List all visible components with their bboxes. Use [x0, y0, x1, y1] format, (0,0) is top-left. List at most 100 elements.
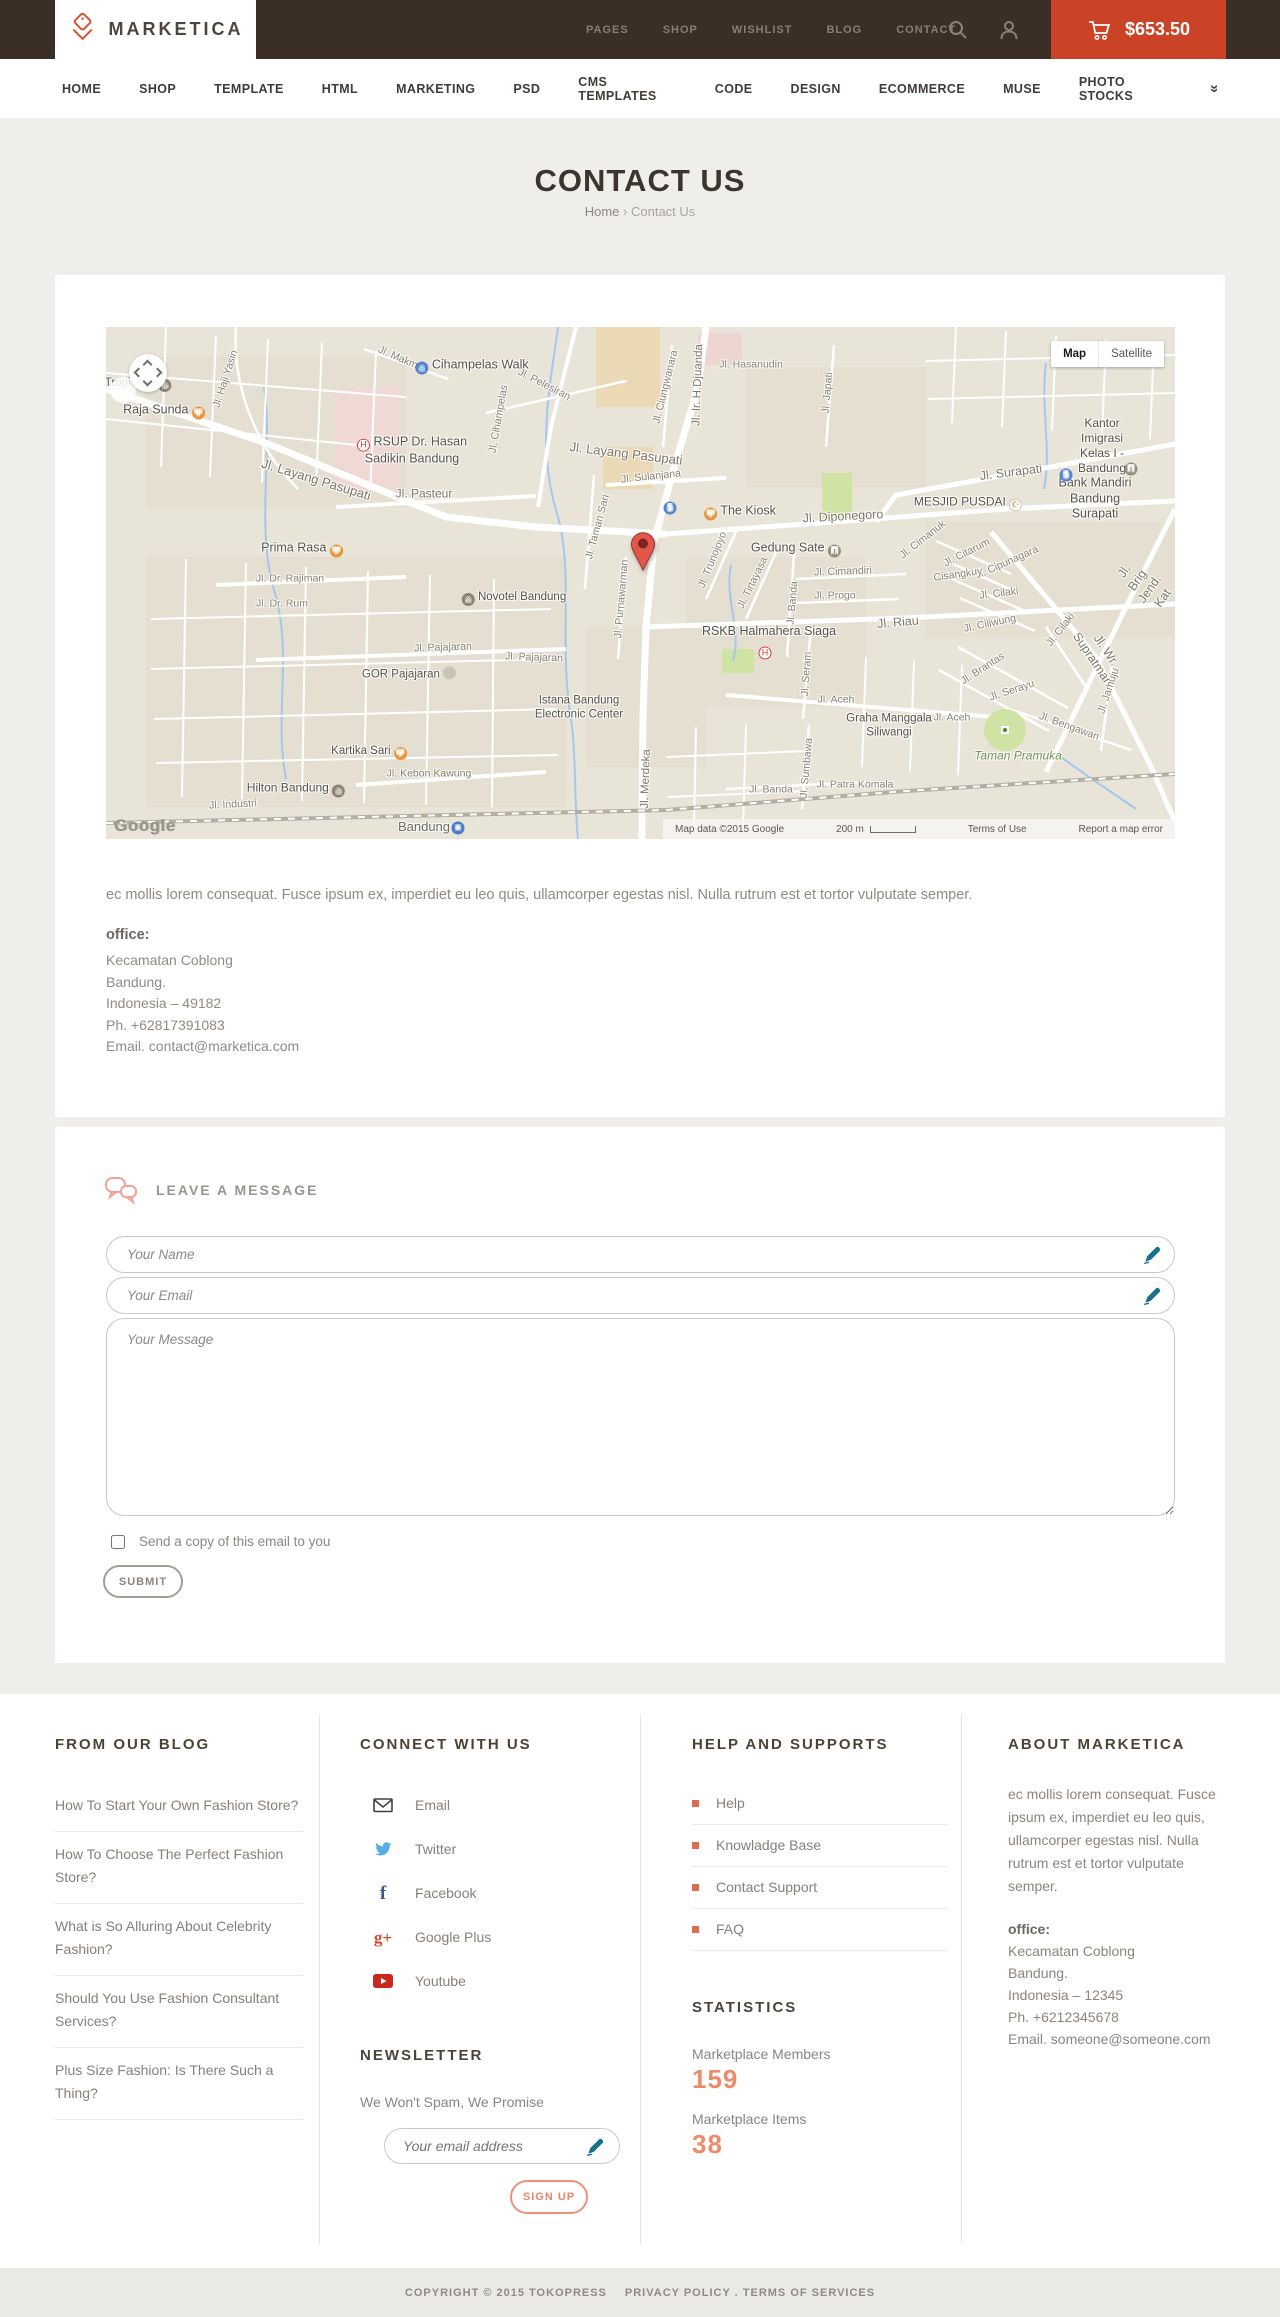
social-link-youtube[interactable]: Youtube [360, 1959, 641, 2003]
office-label: office: [106, 927, 150, 943]
map-data-credit: Map data ©2015 Google [675, 823, 785, 835]
report-map-error-link[interactable]: Report a map error [1079, 824, 1163, 835]
nav-item-home[interactable]: HOME [62, 82, 101, 96]
office-line: Email. contact@marketica.com [106, 1038, 300, 1054]
footer-help-column: HELP AND SUPPORTS Help Knowladge Base Cont… [692, 1736, 947, 2160]
page-title: CONTACT US [534, 163, 746, 198]
connect-heading: CONNECT WITH US [360, 1736, 532, 1753]
footer-about-column: ABOUT MARKETICA ec mollis lorem consequa… [1008, 1736, 1228, 2050]
send-copy-label[interactable]: Send a copy of this email to you [139, 1534, 330, 1549]
nav-item-muse[interactable]: MUSE [1003, 82, 1041, 96]
office-line: Kecamatan Coblong [1008, 1943, 1135, 1959]
top-nav-item-wishlist[interactable]: WISHLIST [732, 24, 793, 36]
help-link-contact-support[interactable]: Contact Support [692, 1867, 947, 1909]
help-link-knowladge-base[interactable]: Knowladge Base [692, 1825, 947, 1867]
tag-icon [72, 12, 93, 40]
social-label: Twitter [415, 1841, 457, 1857]
pan-right-icon[interactable] [152, 367, 163, 378]
submit-button[interactable]: SUBMIT [103, 1565, 183, 1598]
form-heading: LEAVE A MESSAGE [156, 1182, 319, 1198]
bullet-icon [692, 1799, 699, 1807]
map-type-satellite-button[interactable]: Satellite [1098, 341, 1164, 367]
top-nav-item-shop[interactable]: SHOP [663, 24, 698, 36]
terms-of-use-link[interactable]: Terms of Use [968, 824, 1027, 835]
social-link-email[interactable]: Email [360, 1783, 641, 1827]
page: MARKETICA PAGES SHOP WISHLIST BLOG CONTACT $… [0, 0, 1280, 2317]
cart-button[interactable]: $653.50 [1051, 0, 1226, 59]
map-attribution: Map data ©2015 Google 200 m Terms of Use… [663, 819, 1175, 839]
google-logo: Google [114, 816, 176, 835]
office-line: Ph. +62817391083 [106, 1016, 225, 1033]
nav-item-psd[interactable]: PSD [513, 82, 540, 96]
blog-link[interactable]: Should You Use Fashion Consultant Servic… [55, 1976, 303, 2048]
footer-divider [961, 1714, 962, 2244]
help-heading: HELP AND SUPPORTS [692, 1736, 889, 1753]
blog-link[interactable]: How To Start Your Own Fashion Store? [55, 1783, 303, 1832]
legal-links[interactable]: PRIVACY POLICY . TERMS OF SERVICES [625, 2287, 875, 2299]
bullet-icon [692, 1883, 699, 1891]
map-pan-control[interactable] [129, 354, 167, 392]
social-link-twitter[interactable]: Twitter [360, 1827, 641, 1871]
brand-logo[interactable]: MARKETICA [55, 0, 256, 59]
breadcrumb: Home › Contact Us [0, 204, 1280, 219]
top-nav-item-pages[interactable]: PAGES [586, 24, 629, 36]
cart-total: $653.50 [1124, 19, 1191, 39]
bottom-bar: COPYRIGHT © 2015 TOKOPRESS PRIVACY POLIC… [0, 2268, 1280, 2317]
about-heading: ABOUT MARKETICA [1008, 1736, 1186, 1753]
nav-item-photo-stocks[interactable]: PHOTO STOCKS [1079, 75, 1171, 103]
stat-label: Marketplace Items [692, 2111, 807, 2127]
map-type-map-button[interactable]: Map [1051, 341, 1099, 367]
send-copy-checkbox[interactable] [111, 1534, 125, 1549]
gplus-icon: g+ [373, 1927, 393, 1947]
youtube-icon [373, 1974, 393, 1988]
newsletter-email-input[interactable] [384, 2128, 620, 2164]
blog-link[interactable]: Plus Size Fashion: Is There Such a Thing… [55, 2048, 303, 2120]
signup-button[interactable]: SIGN UP [510, 2180, 588, 2214]
help-link-faq[interactable]: FAQ [692, 1909, 947, 1951]
pan-up-icon[interactable] [142, 359, 153, 370]
user-icon[interactable] [997, 18, 1021, 42]
pen-icon [1144, 1287, 1161, 1305]
message-form-panel: LEAVE A MESSAGE Send a copy of this emai… [55, 1127, 1225, 1663]
message-textarea[interactable] [106, 1318, 1175, 1516]
name-input[interactable] [106, 1236, 1175, 1273]
nav-item-ecommerce[interactable]: ECOMMERCE [879, 82, 965, 96]
pen-icon [587, 2138, 604, 2156]
blog-link[interactable]: What is So Alluring About Celebrity Fash… [55, 1904, 303, 1976]
contact-intro: ec mollis lorem consequat. Fusce ipsum e… [106, 887, 973, 903]
newsletter-tagline: We Won't Spam, We Promise [360, 2094, 544, 2110]
pan-left-icon[interactable] [133, 367, 144, 378]
footer-blog-column: FROM OUR BLOG How To Start Your Own Fash… [55, 1736, 303, 2120]
map-canvas[interactable]: Aston Tropicana ⌂Raja Sunda ΨJl. Haji Ya… [106, 327, 1175, 839]
statistics-heading: STATISTICS [692, 1999, 798, 2016]
blog-link[interactable]: How To Choose The Perfect Fashion Store? [55, 1832, 303, 1904]
map-type-switcher: Map Satellite [1051, 341, 1164, 367]
email-input[interactable] [106, 1277, 1175, 1314]
help-link-help[interactable]: Help [692, 1783, 947, 1825]
nav-item-code[interactable]: CODE [715, 82, 753, 96]
chat-bubbles-icon [105, 1177, 137, 1205]
breadcrumb-home[interactable]: Home [585, 204, 620, 219]
bullet-icon [692, 1841, 699, 1849]
social-link-gplus[interactable]: g+ Google Plus [360, 1915, 641, 1959]
nav-item-marketing[interactable]: MARKETING [396, 82, 475, 96]
nav-item-shop[interactable]: SHOP [139, 82, 176, 96]
chevron-double-down-icon[interactable]: « [1205, 84, 1222, 93]
top-nav-item-blog[interactable]: BLOG [826, 24, 862, 36]
search-icon[interactable] [946, 18, 970, 42]
send-copy-row: Send a copy of this email to you [111, 1534, 330, 1549]
pan-down-icon[interactable] [142, 376, 153, 387]
social-link-facebook[interactable]: f Facebook [360, 1871, 641, 1915]
nav-item-html[interactable]: HTML [322, 82, 358, 96]
map-pin-icon[interactable] [629, 529, 657, 571]
office-line: Kecamatan Coblong [106, 952, 233, 968]
nav-item-design[interactable]: DESIGN [791, 82, 841, 96]
brand-name: MARKETICA [108, 19, 244, 39]
office-line: Ph. +6212345678 [1008, 2009, 1119, 2025]
main-nav: HOME SHOP TEMPLATE HTML MARKETING PSD CMS TEMP… [0, 59, 1280, 118]
stat-label: Marketplace Members [692, 2046, 831, 2062]
footer-connect-column: CONNECT WITH US Email Twitter f Facebook g+ G… [360, 1736, 641, 2214]
nav-item-cms-templates[interactable]: CMS TEMPLATES [578, 75, 677, 103]
nav-item-template[interactable]: TEMPLATE [214, 82, 284, 96]
stat-value: 159 [692, 2064, 739, 2094]
